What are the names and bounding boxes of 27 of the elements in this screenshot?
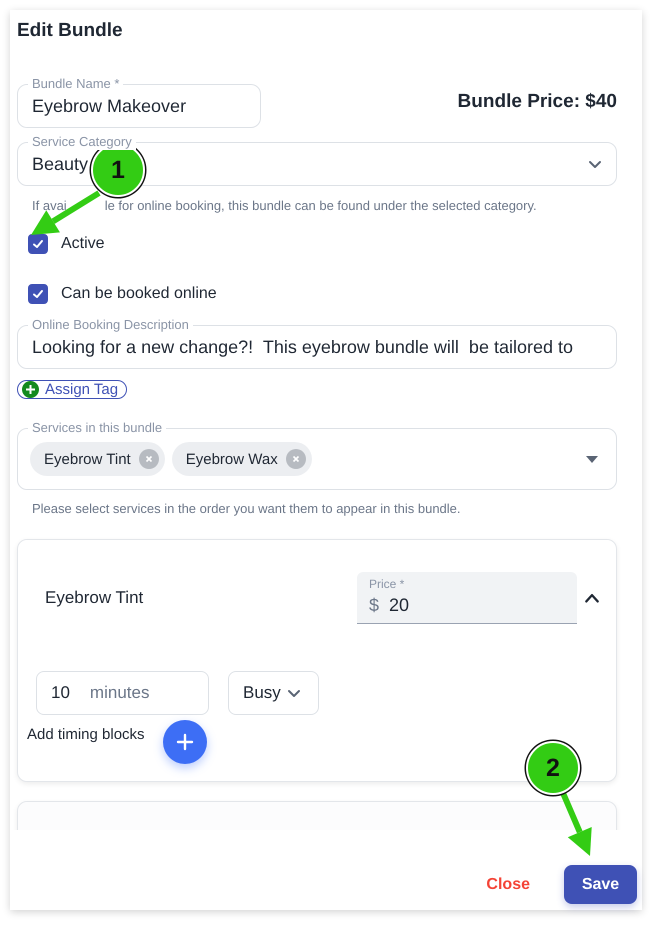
status-dropdown[interactable]: Busy — [228, 671, 319, 715]
check-icon — [32, 238, 44, 250]
checkbox[interactable] — [28, 284, 48, 304]
checkbox[interactable] — [28, 234, 48, 254]
field-label: Service Category — [28, 134, 136, 150]
plus-icon — [176, 733, 194, 751]
service-name: Eyebrow Tint — [45, 588, 144, 608]
checkbox-label: Active — [61, 235, 105, 253]
dropdown-caret-icon — [586, 456, 598, 462]
service-chip: Eyebrow Tint — [30, 442, 165, 476]
assign-tag-button[interactable]: Assign Tag — [17, 380, 128, 399]
price-field[interactable]: Price * $ 20 — [357, 572, 577, 624]
dialog-title: Edit Bundle — [17, 19, 124, 43]
plus-circle-icon — [22, 381, 39, 398]
check-icon — [32, 288, 44, 300]
helper-text: If avai — [32, 198, 67, 214]
add-timing-label: Add timing blocks — [27, 726, 145, 742]
add-button[interactable] — [162, 720, 207, 764]
helper-text: le for online booking, this bundle can be found under the selected category. — [104, 198, 537, 214]
save-button[interactable]: Save — [564, 865, 637, 904]
helper-text: Please select services in the order you want them to appear in this bundle. — [32, 501, 462, 517]
duration-field[interactable]: 10 minutes — [36, 671, 209, 715]
service-chip: Eyebrow Wax — [172, 442, 312, 476]
close-button[interactable]: Close — [480, 874, 536, 894]
checkbox-label: Can be booked online — [61, 285, 217, 303]
bundle-price: Bundle Price: $40 — [458, 91, 617, 113]
field-label: Online Booking Description — [28, 317, 193, 333]
